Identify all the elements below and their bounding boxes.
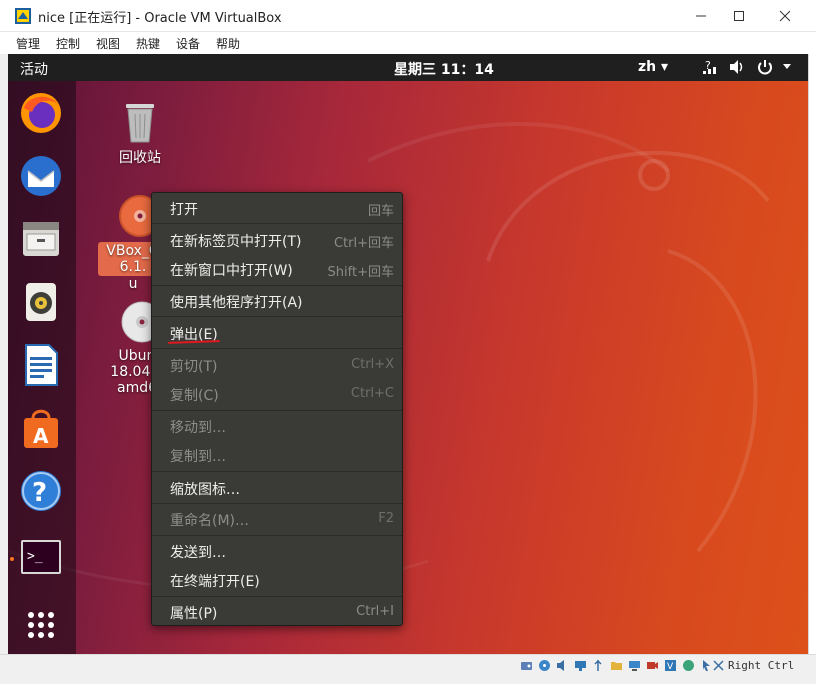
menu-item-copy-to: 复制到… (170, 449, 226, 465)
dock-terminal[interactable]: >_ (17, 533, 65, 581)
menu-control[interactable]: 控制 (56, 35, 80, 52)
optical-drive-icon[interactable] (538, 659, 551, 672)
menu-item-move-to: 移动到… (170, 420, 226, 436)
network-question-icon[interactable]: ? (702, 58, 718, 76)
chevron-down-icon[interactable] (782, 63, 792, 71)
menu-separator (152, 223, 402, 224)
terminal-icon: >_ (21, 540, 61, 574)
menu-item-send-to[interactable]: 发送到… (152, 538, 402, 564)
window-title: nice [正在运行] - Oracle VM VirtualBox (38, 11, 282, 26)
menu-item-open-in-terminal[interactable]: 在终端打开(E) (152, 567, 402, 593)
software-center-icon: A (24, 409, 58, 448)
host-background-strip (808, 54, 816, 654)
dock-thunderbird[interactable] (17, 152, 65, 200)
dock-help[interactable]: ? (17, 467, 65, 515)
activities-button[interactable]: 活动 (20, 59, 48, 79)
running-indicator (10, 557, 14, 561)
menu-separator (152, 316, 402, 317)
display-icon[interactable] (628, 659, 641, 672)
keyboard-capture-icon[interactable] (712, 659, 725, 672)
guest-additions-icon[interactable]: V (664, 659, 677, 672)
volume-icon[interactable] (728, 58, 746, 76)
libreoffice-writer-icon (25, 344, 58, 386)
menu-item-open-new-window[interactable]: 在新窗口中打开(W) Shift+回车 (152, 256, 402, 282)
menu-separator (152, 535, 402, 536)
menu-devices[interactable]: 设备 (176, 35, 200, 52)
rhythmbox-icon (26, 283, 56, 321)
maximize-icon (734, 11, 744, 21)
trash-icon (126, 104, 154, 143)
gnome-topbar: 活动 星期三 11：14 zh ▾ ? (8, 54, 808, 81)
menu-separator (152, 348, 402, 349)
desktop-trash[interactable]: 回收站 (104, 98, 176, 166)
close-icon (779, 10, 791, 22)
menu-item-open[interactable]: 打开 回车 (152, 195, 402, 221)
thunderbird-icon (21, 156, 61, 196)
virtualbox-icon (15, 8, 31, 24)
hard-disk-icon[interactable] (520, 659, 533, 672)
close-button[interactable] (762, 0, 808, 32)
dock-rhythmbox[interactable] (17, 278, 65, 326)
clock[interactable]: 星期三 11：14 (394, 59, 494, 79)
vm-statusbar: V Right Ctrl (0, 654, 816, 676)
menu-item-rename: 重命名(M)… F2 (170, 511, 394, 529)
files-icon (23, 222, 59, 256)
trash-label: 回收站 (119, 150, 161, 166)
dock-files[interactable] (17, 215, 65, 263)
menu-item-cut: 剪切(T) Ctrl+X (170, 357, 394, 375)
input-method-indicator[interactable]: zh ▾ (638, 59, 668, 75)
menu-help[interactable]: 帮助 (216, 35, 240, 52)
firefox-icon (21, 93, 61, 133)
menu-separator (152, 596, 402, 597)
menubar: 管理 控制 视图 热键 设备 帮助 (0, 32, 816, 54)
host-key-label: Right Ctrl (728, 659, 795, 672)
shared-folders-icon[interactable] (610, 659, 623, 672)
dock-software-center[interactable]: A (17, 404, 65, 452)
menu-hotkey[interactable]: 热键 (136, 35, 160, 52)
svg-text:>_: >_ (27, 549, 43, 564)
svg-text:V: V (667, 662, 674, 672)
video-capture-icon[interactable] (646, 659, 659, 672)
menu-item-open-new-tab[interactable]: 在新标签页中打开(T) Ctrl+回车 (152, 227, 402, 253)
menu-manage[interactable]: 管理 (16, 35, 40, 52)
ubuntu-dock: A ? >_ (8, 81, 76, 654)
context-menu: 打开 回车 在新标签页中打开(T) Ctrl+回车 在新窗口中打开(W) Shi… (151, 192, 403, 626)
dock-libreoffice-writer[interactable] (17, 341, 65, 389)
menu-separator (152, 410, 402, 411)
dock-firefox[interactable] (17, 89, 65, 137)
svg-text:A: A (33, 424, 49, 448)
menu-separator (152, 471, 402, 472)
menu-item-open-with[interactable]: 使用其他程序打开(A) (152, 288, 402, 314)
menu-separator (152, 503, 402, 504)
menu-view[interactable]: 视图 (96, 35, 120, 52)
menu-separator (152, 285, 402, 286)
cpu-icon[interactable] (682, 659, 695, 672)
window-titlebar: nice [正在运行] - Oracle VM VirtualBox (0, 0, 816, 32)
maximize-button[interactable] (716, 0, 762, 32)
help-icon: ? (21, 471, 61, 511)
show-apps-icon (28, 612, 54, 638)
dock-show-apps[interactable] (17, 601, 65, 649)
audio-icon[interactable] (556, 659, 569, 672)
svg-text:?: ? (32, 478, 47, 508)
vm-screen[interactable]: 活动 星期三 11：14 zh ▾ ? A ? >_ 回收站 VBox_G 6.… (8, 54, 808, 654)
menu-item-resize-icon[interactable]: 缩放图标… (152, 475, 402, 501)
usb-icon[interactable] (592, 659, 605, 672)
power-icon[interactable] (756, 58, 774, 76)
menu-item-copy: 复制(C) Ctrl+C (170, 386, 394, 404)
minimize-icon (696, 15, 706, 17)
network-icon[interactable] (574, 659, 587, 672)
menu-item-properties[interactable]: 属性(P) Ctrl+I (152, 599, 402, 625)
